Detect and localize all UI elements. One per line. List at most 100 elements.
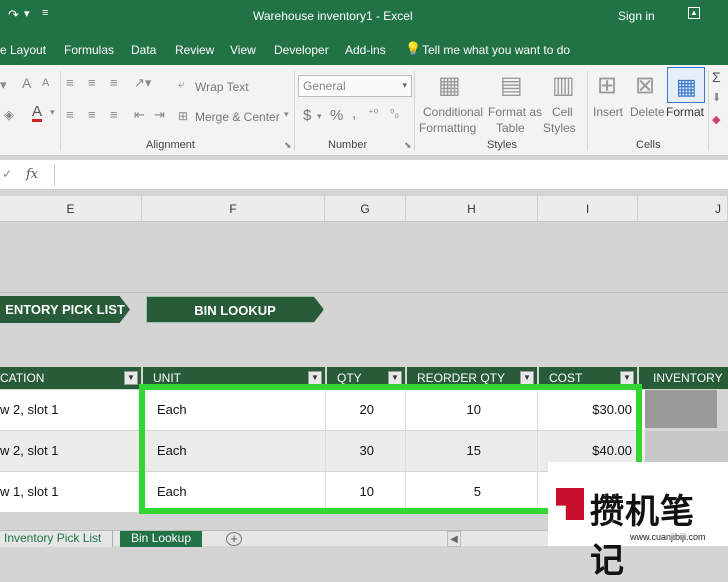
increase-decimal-icon[interactable]: ⁺⁰ — [368, 107, 378, 120]
format-button[interactable]: Format — [666, 105, 704, 119]
currency-icon[interactable]: $ — [303, 107, 311, 124]
cell-location[interactable]: w 2, slot 1 — [0, 390, 140, 430]
column-header-g[interactable]: G — [325, 196, 406, 222]
fill-icon[interactable]: ⬇ — [712, 91, 721, 104]
comma-style-icon[interactable]: , — [352, 105, 356, 122]
column-header-f[interactable]: F — [142, 196, 325, 222]
font-size-dropdown-icon[interactable]: ▾ — [0, 77, 7, 93]
sign-in-link[interactable]: Sign in — [618, 9, 655, 23]
delete-cells-icon: ⊠ — [635, 72, 656, 99]
filter-dropdown-icon[interactable]: ▼ — [308, 371, 322, 385]
wrap-text-icon: ⤶ — [178, 77, 185, 91]
bin-lookup-label: BIN LOOKUP — [194, 303, 276, 318]
number-launcher-icon[interactable]: ⬊ — [404, 140, 412, 151]
currency-dropdown-icon[interactable]: ▾ — [317, 111, 322, 122]
wrap-text-button[interactable]: Wrap Text — [195, 80, 249, 94]
cell-styles-label-1[interactable]: Cell — [552, 105, 573, 119]
filter-dropdown-icon[interactable]: ▼ — [124, 371, 138, 385]
scroll-left-icon[interactable]: ◀ — [447, 531, 461, 547]
row-divider — [0, 292, 728, 293]
column-header-e[interactable]: E — [0, 196, 142, 222]
tab-developer[interactable]: Developer — [274, 43, 329, 57]
column-header-h[interactable]: H — [406, 196, 538, 222]
inventory-cell[interactable] — [645, 390, 717, 428]
tab-view[interactable]: View — [230, 43, 256, 57]
number-group-label: Number — [328, 139, 368, 151]
watermark: 攒机笔记 www.cuanjibiji.com — [548, 462, 728, 581]
conditional-formatting-label-2[interactable]: Formatting — [419, 121, 476, 135]
column-header-j[interactable]: J — [638, 196, 728, 222]
cell-reorder-qty[interactable]: 5 — [406, 472, 481, 512]
merge-dropdown-icon[interactable]: ▾ — [284, 109, 289, 120]
window-title: Warehouse inventory1 - Excel — [253, 9, 413, 23]
styles-group-label: Styles — [487, 139, 517, 151]
merge-icon: ⊞ — [178, 109, 189, 123]
cell-cost[interactable]: $30.00 — [538, 390, 632, 430]
filter-dropdown-icon[interactable]: ▼ — [620, 371, 634, 385]
conditional-formatting-label-1[interactable]: Conditional — [423, 105, 483, 119]
font-color-icon[interactable]: A — [32, 104, 43, 122]
inventory-pick-list-button[interactable]: ENTORY PICK LIST — [0, 296, 130, 323]
sheet-tab-inventory-pick-list[interactable]: Inventory Pick List — [0, 531, 113, 547]
orientation-icon[interactable]: ↗▾ — [134, 75, 151, 91]
ribbon-display-options-icon[interactable]: ▲ — [688, 7, 700, 19]
insert-cells-icon: ⊞ — [597, 72, 618, 99]
column-header-i[interactable]: I — [538, 196, 638, 222]
merge-center-button[interactable]: Merge & Center — [195, 110, 280, 124]
tab-page-layout[interactable]: e Layout — [0, 43, 46, 57]
cell-styles-label-2[interactable]: Styles — [543, 121, 576, 135]
tab-add-ins[interactable]: Add-ins — [345, 43, 386, 57]
cell-unit[interactable]: Each — [157, 472, 317, 512]
align-right-icon[interactable]: ≡ — [110, 107, 118, 122]
decrease-decimal-icon[interactable]: ⁰₀ — [390, 107, 399, 120]
cancel-icon[interactable]: ✓ — [2, 167, 12, 181]
filter-dropdown-icon[interactable]: ▼ — [520, 371, 534, 385]
align-bottom-icon[interactable]: ≡ — [110, 75, 118, 90]
cell-unit[interactable]: Each — [157, 431, 317, 471]
increase-font-icon[interactable]: A — [22, 75, 31, 91]
cell-qty[interactable]: 10 — [326, 472, 374, 512]
align-center-icon[interactable]: ≡ — [88, 107, 96, 122]
align-middle-icon[interactable]: ≡ — [88, 75, 96, 90]
format-as-table-label-1[interactable]: Format as — [488, 105, 542, 119]
tab-data[interactable]: Data — [131, 43, 156, 57]
percent-icon[interactable]: % — [330, 107, 343, 124]
new-sheet-icon[interactable]: + — [226, 532, 242, 546]
bin-lookup-button[interactable]: BIN LOOKUP — [146, 296, 324, 323]
insert-button[interactable]: Insert — [593, 105, 623, 119]
align-left-icon[interactable]: ≡ — [66, 107, 74, 122]
cell-reorder-qty[interactable]: 10 — [406, 390, 481, 430]
delete-button[interactable]: Delete — [630, 105, 665, 119]
clear-icon[interactable]: ◆ — [712, 113, 720, 126]
cell-unit[interactable]: Each — [157, 390, 317, 430]
sheet-tab-bin-lookup[interactable]: Bin Lookup — [120, 531, 202, 547]
redo-icon[interactable]: ↷ — [8, 7, 19, 23]
number-format-select[interactable]: General ▾ — [298, 75, 412, 97]
cell-qty[interactable]: 30 — [326, 431, 374, 471]
formula-input[interactable] — [54, 164, 728, 186]
cells-group-label: Cells — [636, 139, 661, 151]
column-headers: E F G H I J — [0, 196, 728, 222]
cell-location[interactable]: w 1, slot 1 — [0, 472, 140, 512]
increase-indent-icon[interactable]: ⇥ — [154, 107, 165, 123]
alignment-launcher-icon[interactable]: ⬊ — [284, 140, 292, 151]
decrease-indent-icon[interactable]: ⇤ — [134, 107, 145, 123]
autosum-icon[interactable]: Σ — [712, 69, 721, 85]
align-top-icon[interactable]: ≡ — [66, 75, 74, 90]
format-as-table-label-2[interactable]: Table — [496, 121, 525, 135]
insert-function-button[interactable]: fx — [26, 167, 38, 182]
qat-dropdown-icon[interactable]: ▾ — [24, 7, 30, 20]
conditional-formatting-icon: ▦ — [438, 72, 461, 99]
decrease-font-icon[interactable]: A — [42, 77, 49, 89]
fill-color-icon[interactable]: ◈ — [4, 107, 14, 123]
cell-qty[interactable]: 20 — [326, 390, 374, 430]
customize-qat-icon[interactable]: ≡ — [42, 7, 48, 19]
alignment-group-label: Alignment — [146, 139, 195, 151]
tell-me-box[interactable]: Tell me what you want to do — [422, 43, 570, 57]
tab-review[interactable]: Review — [175, 43, 214, 57]
cell-location[interactable]: w 2, slot 1 — [0, 431, 140, 471]
tab-formulas[interactable]: Formulas — [64, 43, 114, 57]
cell-reorder-qty[interactable]: 15 — [406, 431, 481, 471]
font-color-dropdown-icon[interactable]: ▾ — [50, 107, 55, 118]
filter-dropdown-icon[interactable]: ▼ — [388, 371, 402, 385]
